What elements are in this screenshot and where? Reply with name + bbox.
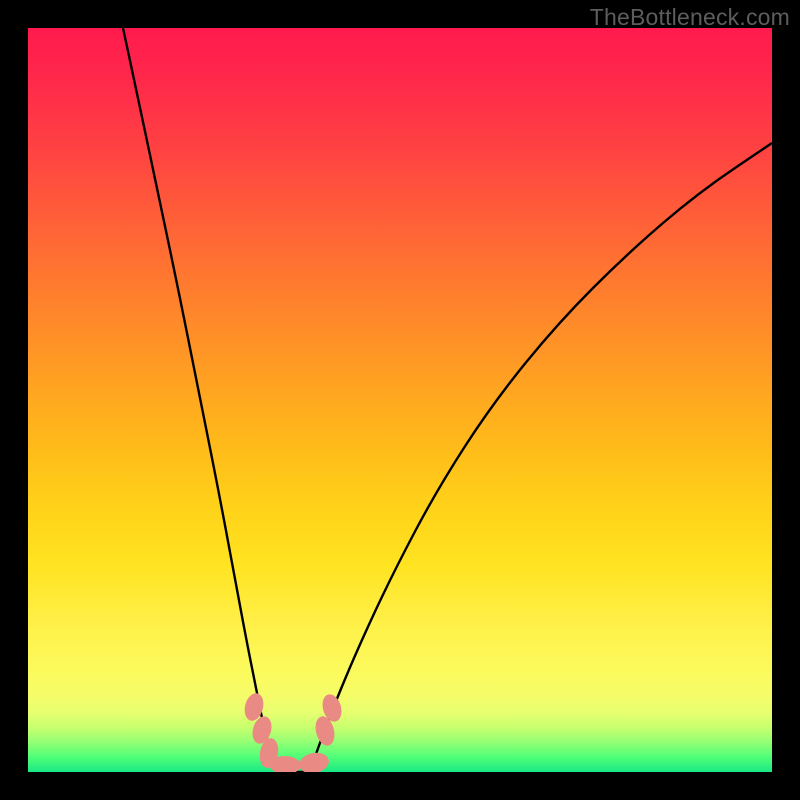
watermark-text: TheBottleneck.com — [590, 4, 790, 31]
marker — [297, 750, 331, 772]
curves — [123, 28, 772, 772]
right-curve — [310, 143, 772, 772]
chart-frame: TheBottleneck.com — [0, 0, 800, 800]
plot-area — [28, 28, 772, 772]
curve-layer — [28, 28, 772, 772]
markers — [242, 691, 345, 772]
left-curve — [123, 28, 278, 772]
